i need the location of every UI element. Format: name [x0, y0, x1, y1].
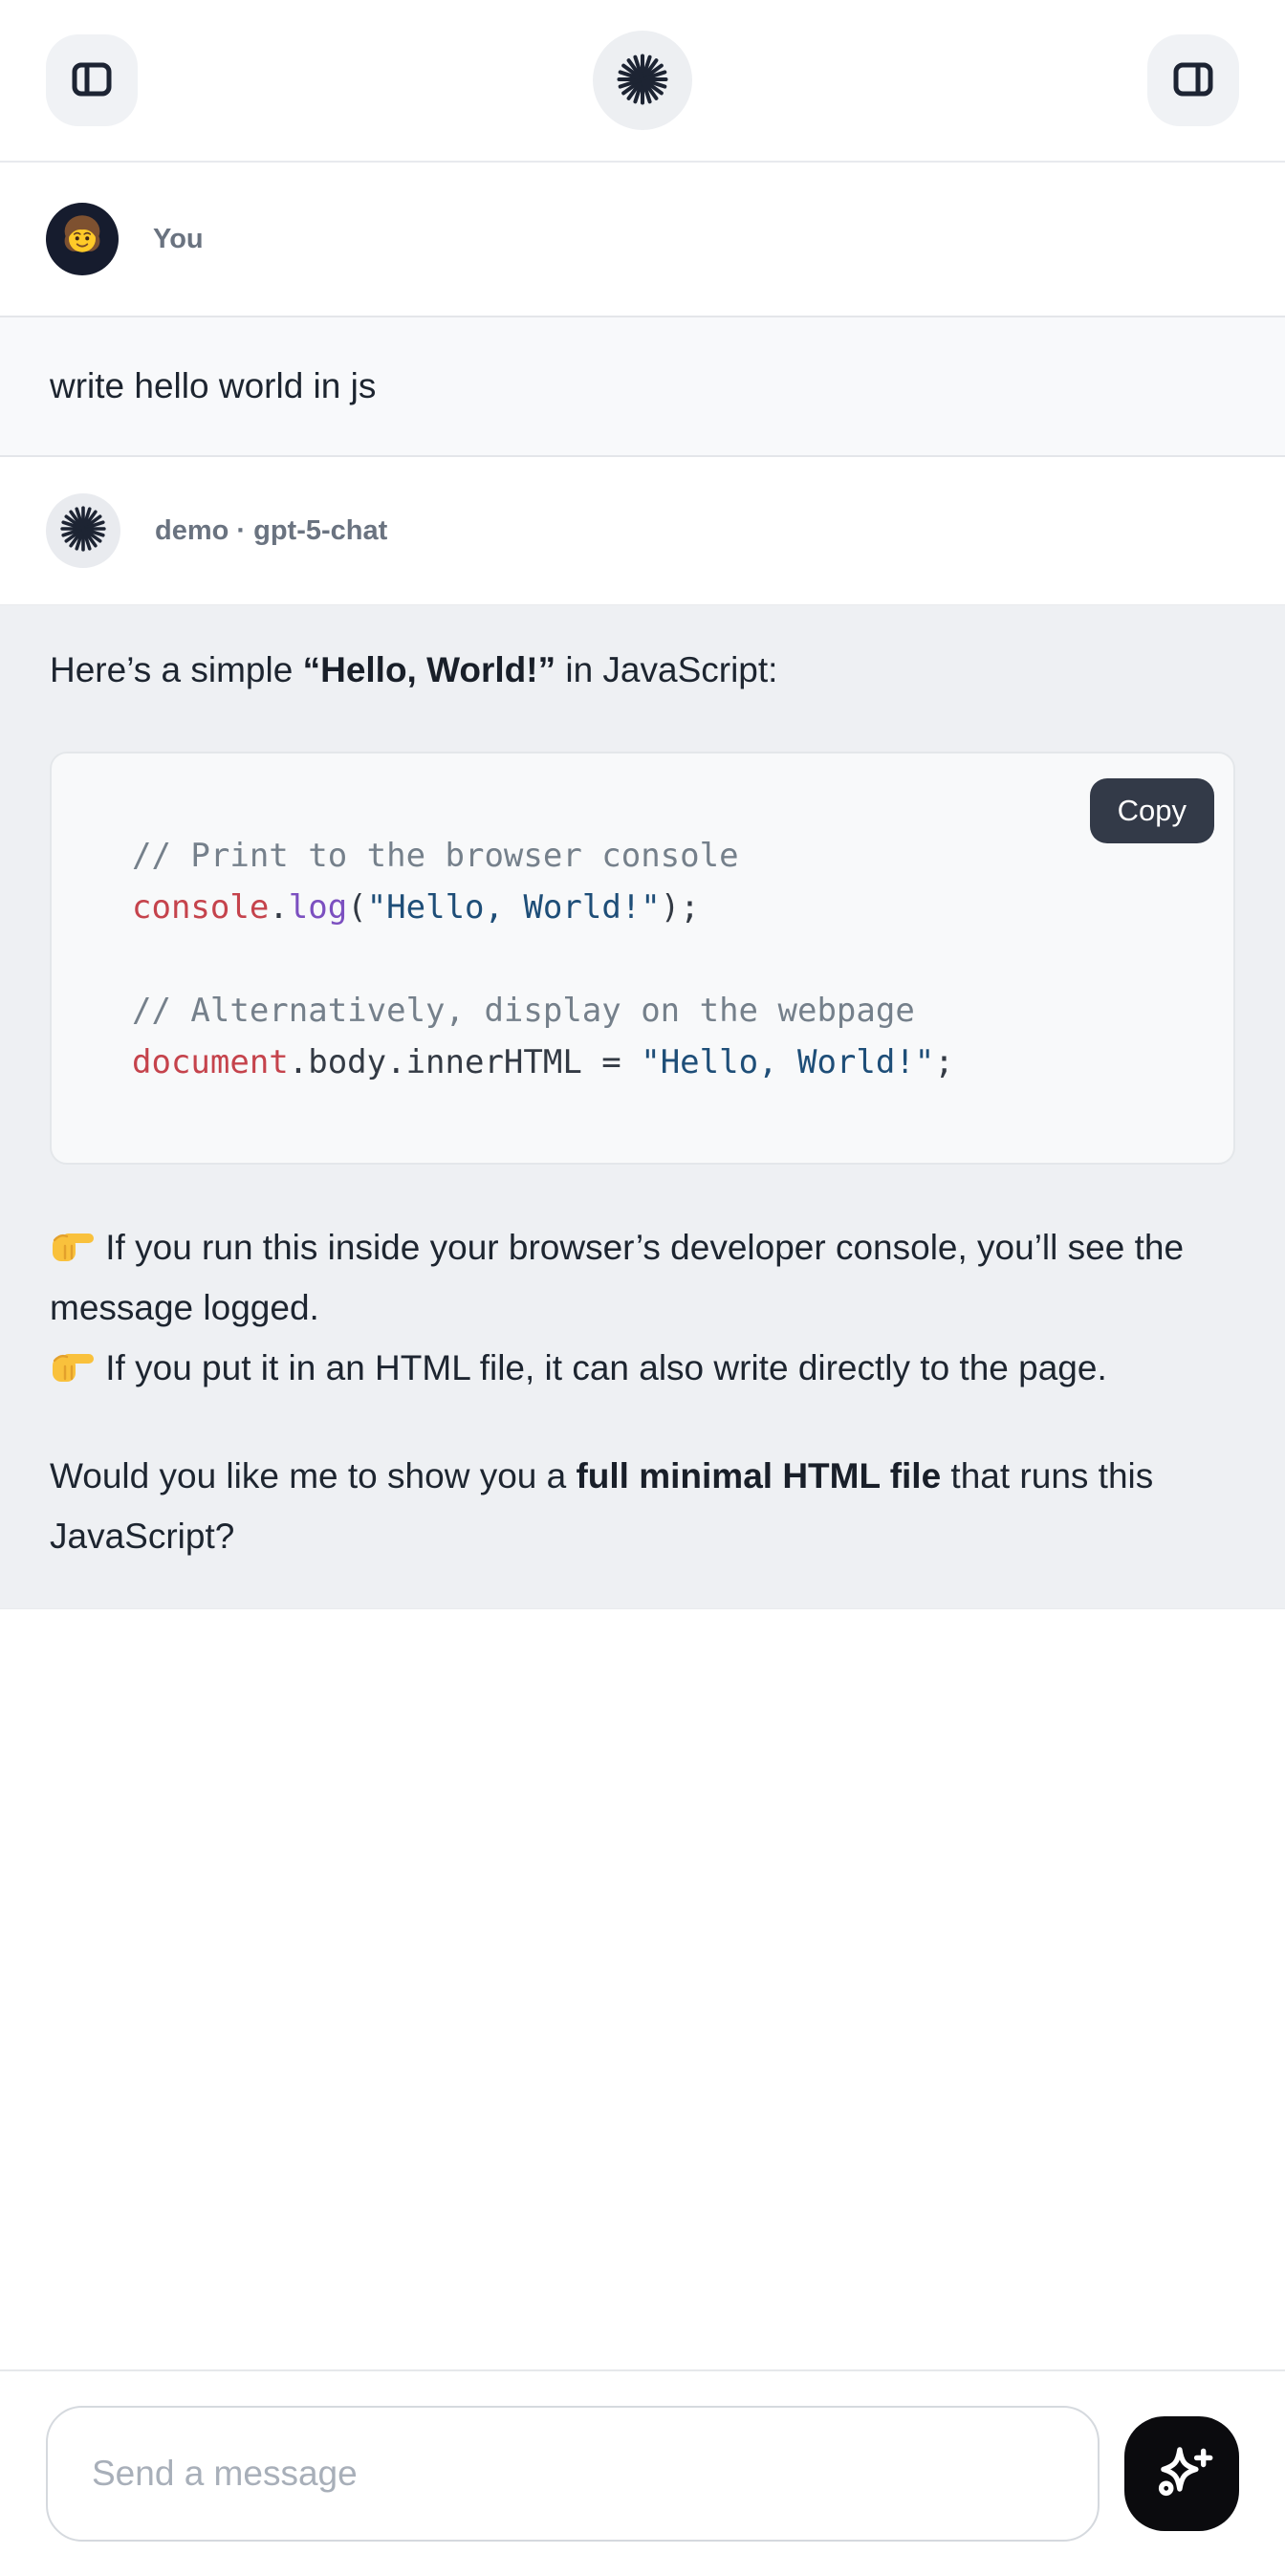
copy-button[interactable]: Copy — [1090, 778, 1214, 843]
person-emoji-avatar — [55, 210, 109, 269]
starburst-logo-icon — [616, 53, 669, 109]
assistant-sender-row: demo · gpt-5-chat — [0, 457, 1285, 604]
assistant-intro-paragraph: Here’s a simple “Hello, World!” in JavaS… — [50, 640, 1235, 700]
assistant-message: Here’s a simple “Hello, World!” in JavaS… — [0, 604, 1285, 1609]
starburst-avatar — [59, 505, 107, 557]
user-sender-name: You — [153, 224, 204, 255]
sidebar-toggle-button[interactable] — [46, 34, 138, 126]
panel-left-icon — [67, 55, 117, 107]
composer-bar — [0, 2369, 1285, 2576]
assistant-paragraph: If you run this inside your browser’s de… — [50, 1217, 1235, 1398]
assistant-avatar — [46, 493, 120, 568]
app-logo-button[interactable] — [593, 31, 692, 130]
user-sender-row: You — [0, 163, 1285, 316]
user-message: write hello world in js — [0, 316, 1285, 457]
header-bar — [0, 0, 1285, 163]
message-input[interactable] — [46, 2406, 1100, 2542]
assistant-sender-name: demo · gpt-5-chat — [155, 515, 387, 547]
user-avatar — [46, 203, 119, 275]
right-panel-toggle-button[interactable] — [1147, 34, 1239, 126]
assistant-paragraph: Would you like me to show you a full min… — [50, 1446, 1235, 1566]
point-right-emoji — [50, 1217, 96, 1277]
point-right-emoji — [50, 1338, 96, 1398]
code-block: Copy // Print to the browser console con… — [50, 752, 1235, 1165]
user-message-text: write hello world in js — [50, 366, 376, 405]
empty-chat-space — [0, 1609, 1285, 2369]
code-content: // Print to the browser console console.… — [52, 753, 1233, 1163]
panel-right-icon — [1168, 55, 1218, 107]
sparkle-send-icon — [1149, 2440, 1214, 2508]
send-button[interactable] — [1124, 2416, 1239, 2531]
